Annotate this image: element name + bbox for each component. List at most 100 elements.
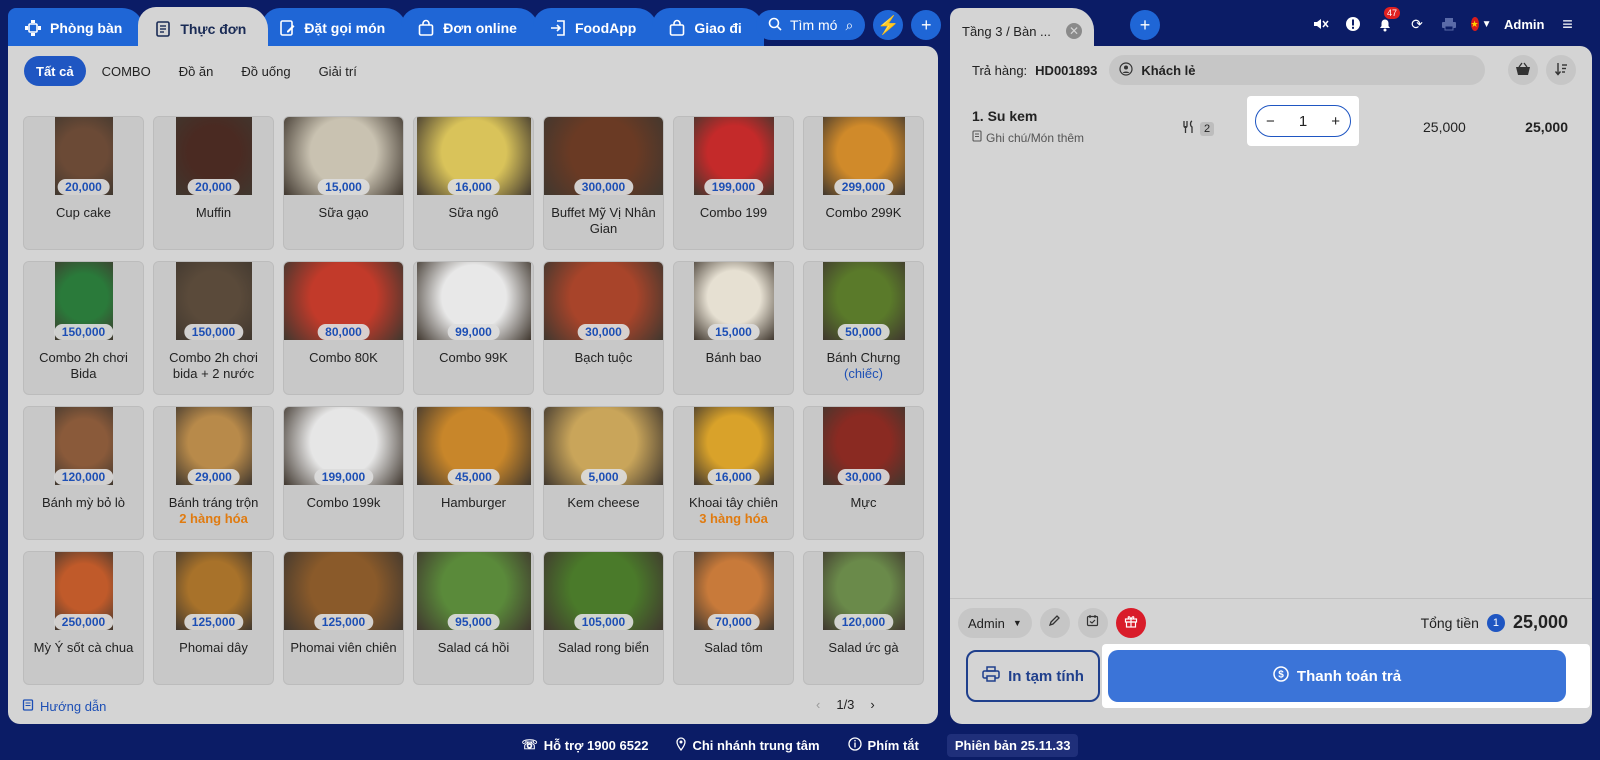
search-button[interactable]: Tìm mó ⌕ — [756, 10, 866, 40]
order-line[interactable]: 1. Su kem Ghi chú/Món thêm 2 − 1 + 25,00… — [972, 96, 1576, 152]
customer-field[interactable]: Khách lẻ — [1109, 55, 1486, 85]
product-name: Mực — [850, 495, 877, 510]
product-card[interactable]: 16,000 Khoai tây chiên 3 hàng hóa — [673, 406, 794, 540]
product-card[interactable]: 120,000 Salad ức gà — [803, 551, 924, 685]
plus-icon[interactable]: + — [1331, 113, 1340, 130]
product-name: Bánh bao — [705, 350, 762, 365]
product-name: Buffet Mỹ Vị Nhân Gian — [551, 205, 656, 236]
category-4[interactable]: Đồ uống — [229, 56, 302, 86]
top-actions: Tìm mó ⌕ ⚡ + — [756, 10, 942, 40]
tab-5[interactable]: FoodApp — [532, 8, 659, 48]
schedule-button[interactable] — [1077, 608, 1108, 638]
tab-3[interactable]: Đặt gọi món — [262, 8, 408, 48]
edit-button[interactable] — [1039, 608, 1070, 638]
product-price: 300,000 — [573, 179, 634, 195]
language-selector[interactable]: ★ ▼ — [1470, 15, 1492, 33]
product-card[interactable]: 20,000 Muffin — [153, 116, 274, 250]
print-draft-button[interactable]: In tạm tính — [966, 650, 1100, 702]
tab-2[interactable]: Thực đơn — [138, 7, 269, 51]
bag-icon — [417, 19, 435, 37]
guide-link[interactable]: Hướng dẫn — [22, 699, 106, 714]
product-name: Combo 80K — [309, 350, 378, 365]
basket-icon — [1515, 62, 1531, 79]
minus-icon[interactable]: − — [1266, 113, 1275, 130]
product-card[interactable]: 20,000 Cup cake — [23, 116, 144, 250]
product-card[interactable]: 95,000 Salad cá hồi — [413, 551, 534, 685]
product-card[interactable]: 120,000 Bánh mỳ bỏ lò — [23, 406, 144, 540]
product-card[interactable]: 80,000 Combo 80K — [283, 261, 404, 395]
product-name-block: Bánh Chưng (chiếc) — [810, 350, 917, 382]
product-card[interactable]: 15,000 Bánh bao — [673, 261, 794, 395]
product-name: Bánh Chưng — [826, 350, 901, 365]
prev-page-button[interactable]: ‹ — [816, 697, 820, 712]
product-card[interactable]: 150,000 Combo 2h chơi Bida — [23, 261, 144, 395]
product-name: Combo 2h chơi bida + 2 nước — [169, 350, 258, 381]
product-card[interactable]: 199,000 Combo 199 — [673, 116, 794, 250]
order-tab[interactable]: Tầng 3 / Bàn ... ✕ — [950, 8, 1094, 54]
mute-icon[interactable] — [1312, 15, 1330, 33]
category-1[interactable]: Tất cả — [24, 56, 86, 86]
add-button[interactable]: + — [911, 10, 942, 40]
login-icon — [549, 19, 567, 37]
quantity-value[interactable]: 1 — [1299, 113, 1307, 130]
product-card[interactable]: 15,000 Sữa gạo — [283, 116, 404, 250]
basket-button[interactable] — [1508, 55, 1538, 85]
category-3[interactable]: Đồ ăn — [167, 56, 226, 86]
product-card[interactable]: 199,000 Combo 199k — [283, 406, 404, 540]
product-card[interactable]: 105,000 Salad rong biển — [543, 551, 664, 685]
product-card[interactable]: 299,000 Combo 299K — [803, 116, 924, 250]
pagination: ‹ 1/3 › — [816, 697, 875, 712]
shortcuts-link[interactable]: Phím tắt — [847, 736, 919, 754]
branch-selector[interactable]: Chi nhánh trung tâm — [676, 736, 820, 754]
add-order-tab-button[interactable]: + — [1130, 10, 1160, 40]
promotion-button[interactable] — [1115, 608, 1146, 638]
product-card[interactable]: 50,000 Bánh Chưng (chiếc) — [803, 261, 924, 395]
user-name[interactable]: Admin — [1504, 17, 1544, 32]
product-name: Phomai dây — [179, 640, 248, 655]
product-card[interactable]: 300,000 Buffet Mỹ Vị Nhân Gian — [543, 116, 664, 250]
sort-button[interactable] — [1546, 55, 1576, 85]
product-card[interactable]: 150,000 Combo 2h chơi bida + 2 nước — [153, 261, 274, 395]
product-card[interactable]: 125,000 Phomai viên chiên — [283, 551, 404, 685]
close-icon[interactable]: ✕ — [1066, 23, 1082, 39]
product-card[interactable]: 5,000 Kem cheese — [543, 406, 664, 540]
lightning-icon: ⚡ — [877, 14, 900, 35]
table-icon — [24, 19, 42, 37]
printer-icon[interactable] — [1440, 15, 1458, 33]
tab-4[interactable]: Đơn online — [401, 8, 539, 48]
alert-icon[interactable] — [1344, 15, 1362, 33]
product-card[interactable]: 45,000 Hamburger — [413, 406, 534, 540]
product-card[interactable]: 70,000 Salad tôm — [673, 551, 794, 685]
order-line-note[interactable]: Ghi chú/Món thêm — [972, 130, 1084, 145]
product-card[interactable]: 250,000 Mỳ Ý sốt cà chua — [23, 551, 144, 685]
quick-action-button[interactable]: ⚡ — [873, 10, 904, 40]
product-card[interactable]: 29,000 Bánh tráng trộn 2 hàng hóa — [153, 406, 274, 540]
product-card[interactable]: 99,000 Combo 99K — [413, 261, 534, 395]
product-price: 120,000 — [53, 469, 114, 485]
product-grid: 20,000 Cup cake 20,000 Muffin 15,000 Sữa gạo 1… — [23, 116, 924, 685]
order-total: Tổng tiền 1 25,000 — [1421, 612, 1568, 633]
bell-icon[interactable]: 47 — [1376, 7, 1401, 33]
product-card[interactable]: 16,000 Sữa ngô — [413, 116, 534, 250]
tab-label: Đặt gọi món — [304, 20, 386, 36]
category-5[interactable]: Giải trí — [307, 56, 369, 86]
product-name-block: Cup cake — [30, 205, 137, 221]
hamburger-menu-icon[interactable]: ≡ — [1558, 14, 1576, 34]
gift-icon — [1124, 614, 1138, 633]
tab-6[interactable]: Giao đi — [652, 8, 764, 48]
product-card[interactable]: 30,000 Mực — [803, 406, 924, 540]
support-link[interactable]: ☏ Hỗ trợ 1900 6522 — [522, 737, 649, 753]
quantity-stepper[interactable]: − 1 + — [1255, 105, 1351, 137]
tab-1[interactable]: Phòng bàn — [8, 8, 145, 48]
tab-label: Phòng bàn — [50, 20, 123, 36]
sync-icon[interactable]: ⟳ — [1408, 15, 1426, 33]
product-card[interactable]: 30,000 Bạch tuộc — [543, 261, 664, 395]
unit-price[interactable]: 25,000 — [1423, 119, 1466, 135]
bag-icon — [668, 19, 686, 37]
next-page-button[interactable]: › — [870, 697, 874, 712]
product-card[interactable]: 125,000 Phomai dây — [153, 551, 274, 685]
staff-select[interactable]: Admin ▼ — [958, 608, 1032, 638]
product-price: 16,000 — [707, 469, 760, 485]
pay-button[interactable]: $ Thanh toán trả — [1108, 650, 1566, 702]
category-2[interactable]: COMBO — [90, 56, 163, 86]
